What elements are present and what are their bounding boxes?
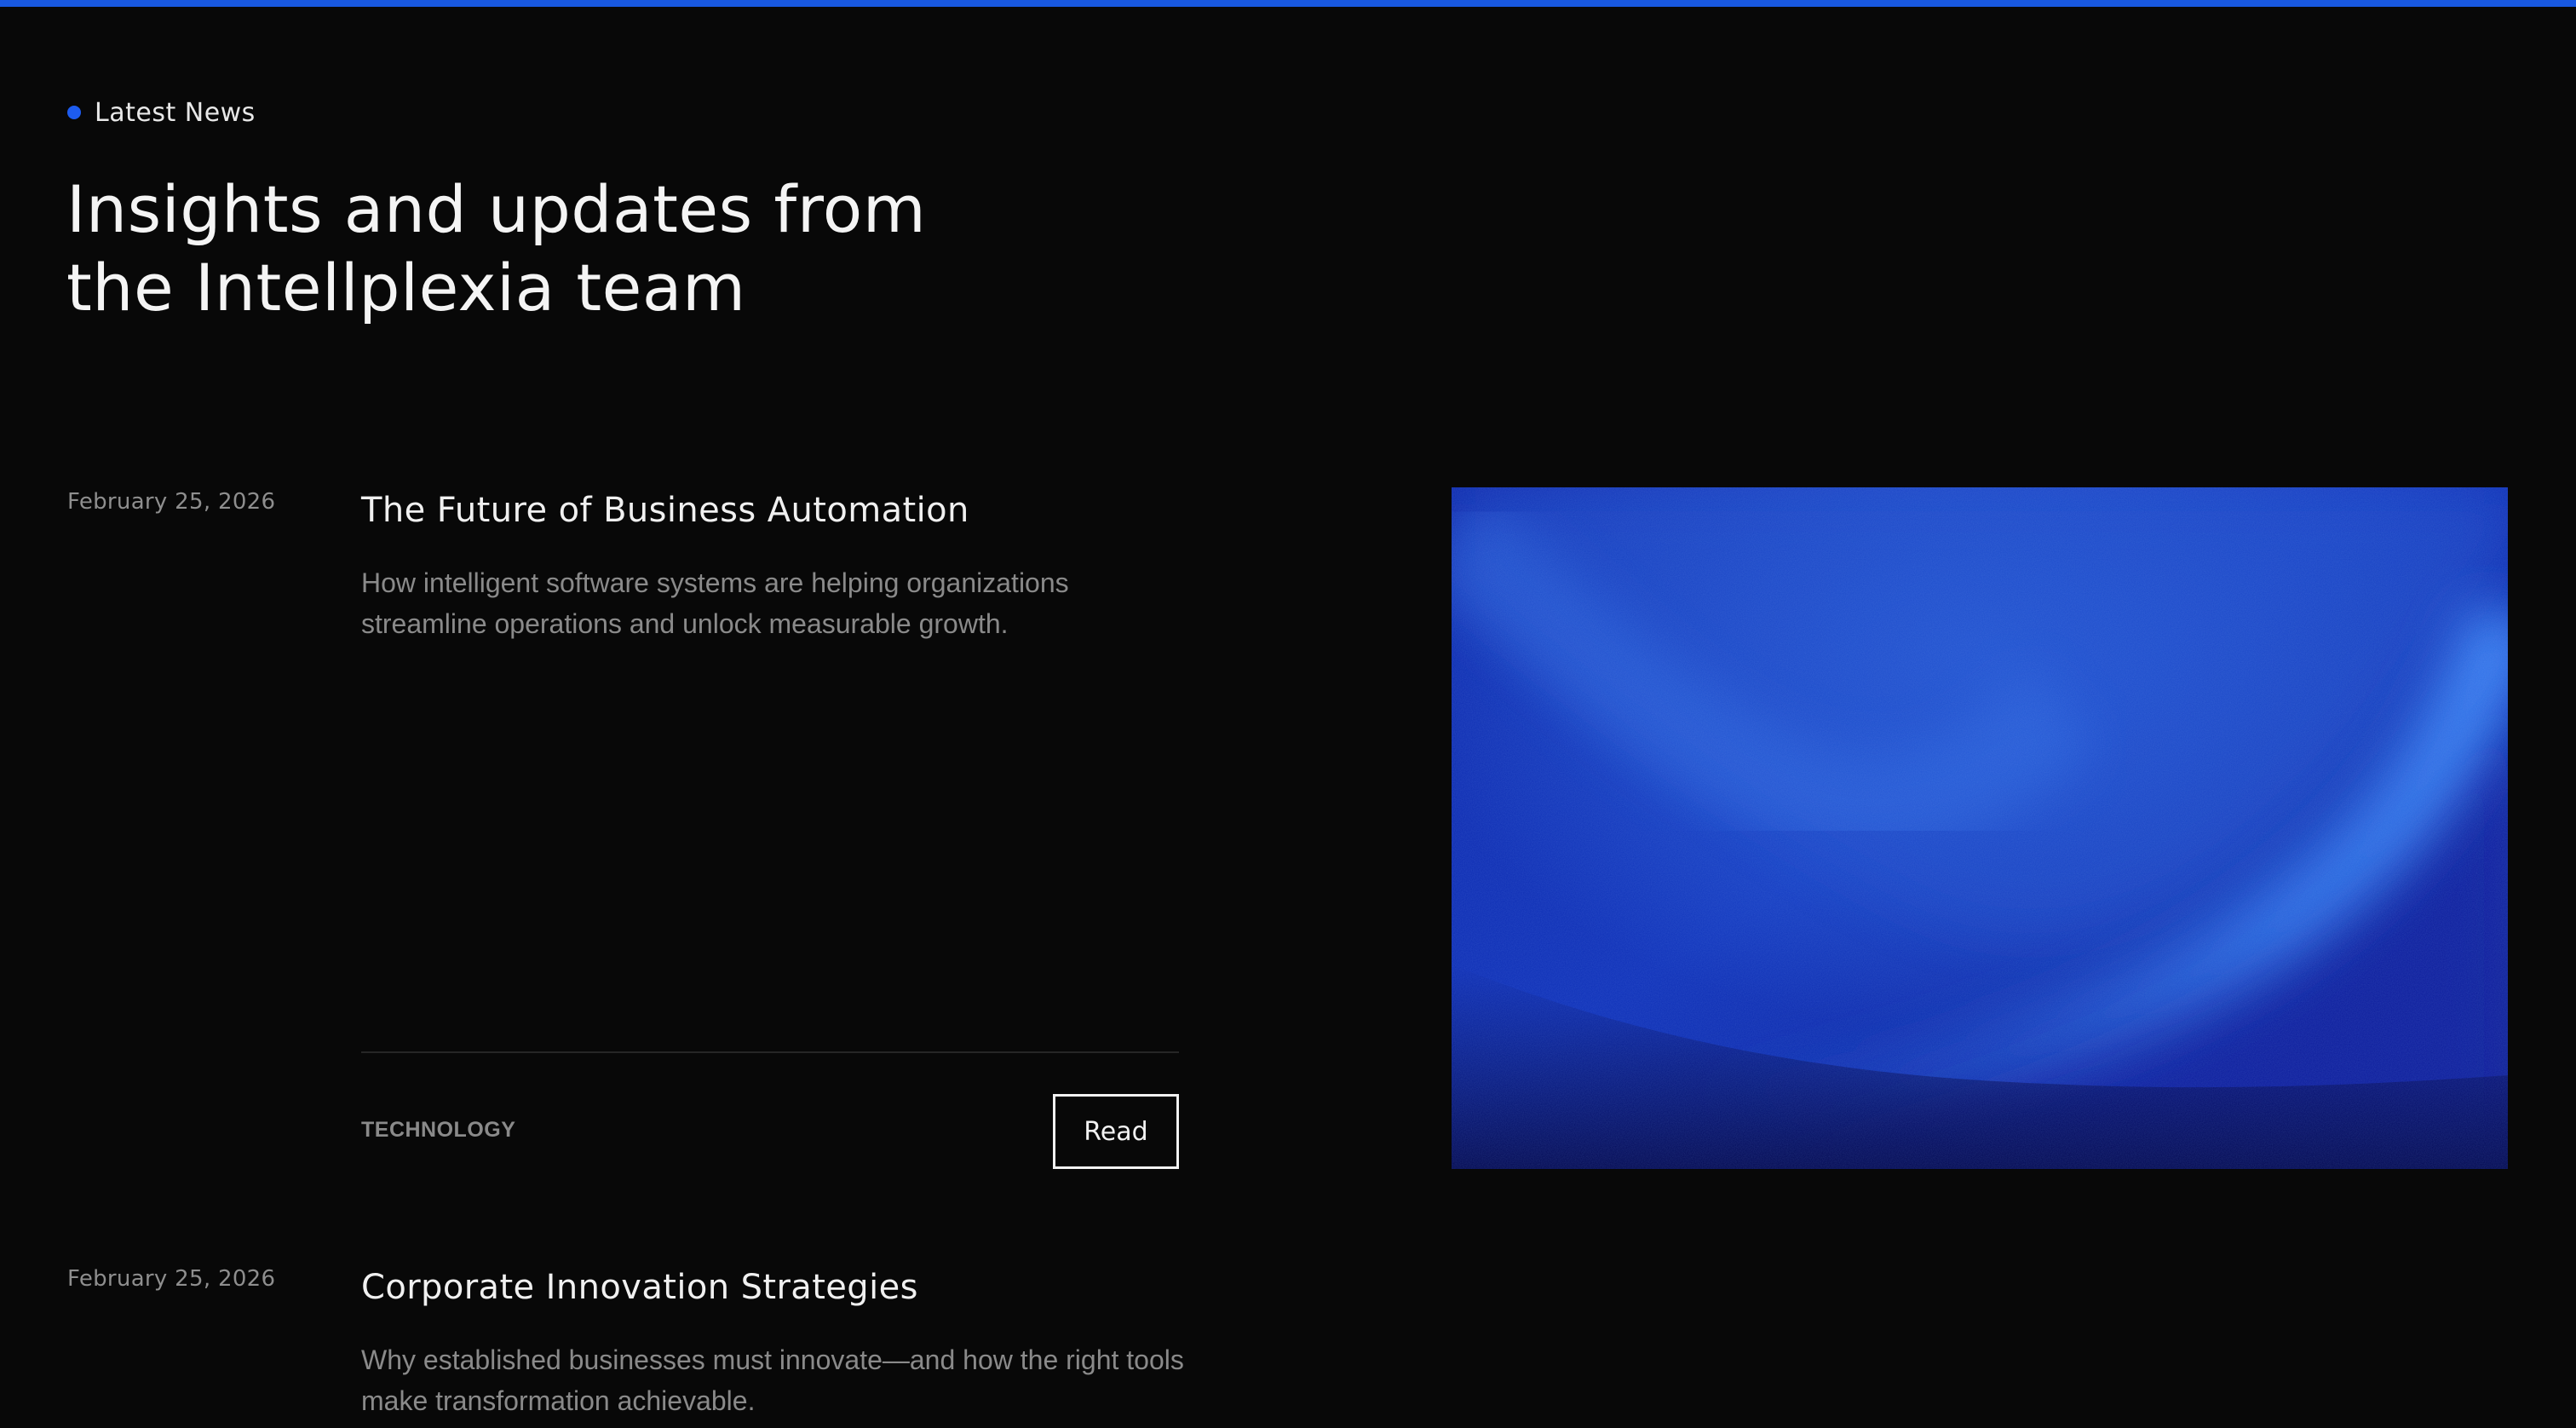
headline-line-1: Insights and updates from [66,171,927,247]
article-excerpt: How intelligent software systems are hel… [361,567,1069,639]
dot-icon [67,106,81,119]
abstract-blue-wave-image [1452,487,2508,1169]
headline-line-2: the Intellplexia team [66,250,746,325]
article-category-tag: TECHNOLOGY [361,1118,516,1142]
article-date: February 25, 2026 [67,489,276,515]
article-title[interactable]: Corporate Innovation Strategies [361,1268,918,1307]
eyebrow-label: Latest News [95,97,256,128]
section-headline: Insights and updates from the Intellplex… [66,170,1089,327]
top-accent-bar [0,0,2576,7]
article-image[interactable] [1452,487,2508,1169]
article-excerpt: Why established businesses must innovate… [361,1345,1184,1416]
read-button[interactable]: Read [1053,1094,1179,1169]
section-eyebrow: Latest News [67,92,256,133]
article-divider [361,1051,1179,1053]
article-date: February 25, 2026 [67,1266,276,1292]
article-title[interactable]: The Future of Business Automation [361,491,969,530]
